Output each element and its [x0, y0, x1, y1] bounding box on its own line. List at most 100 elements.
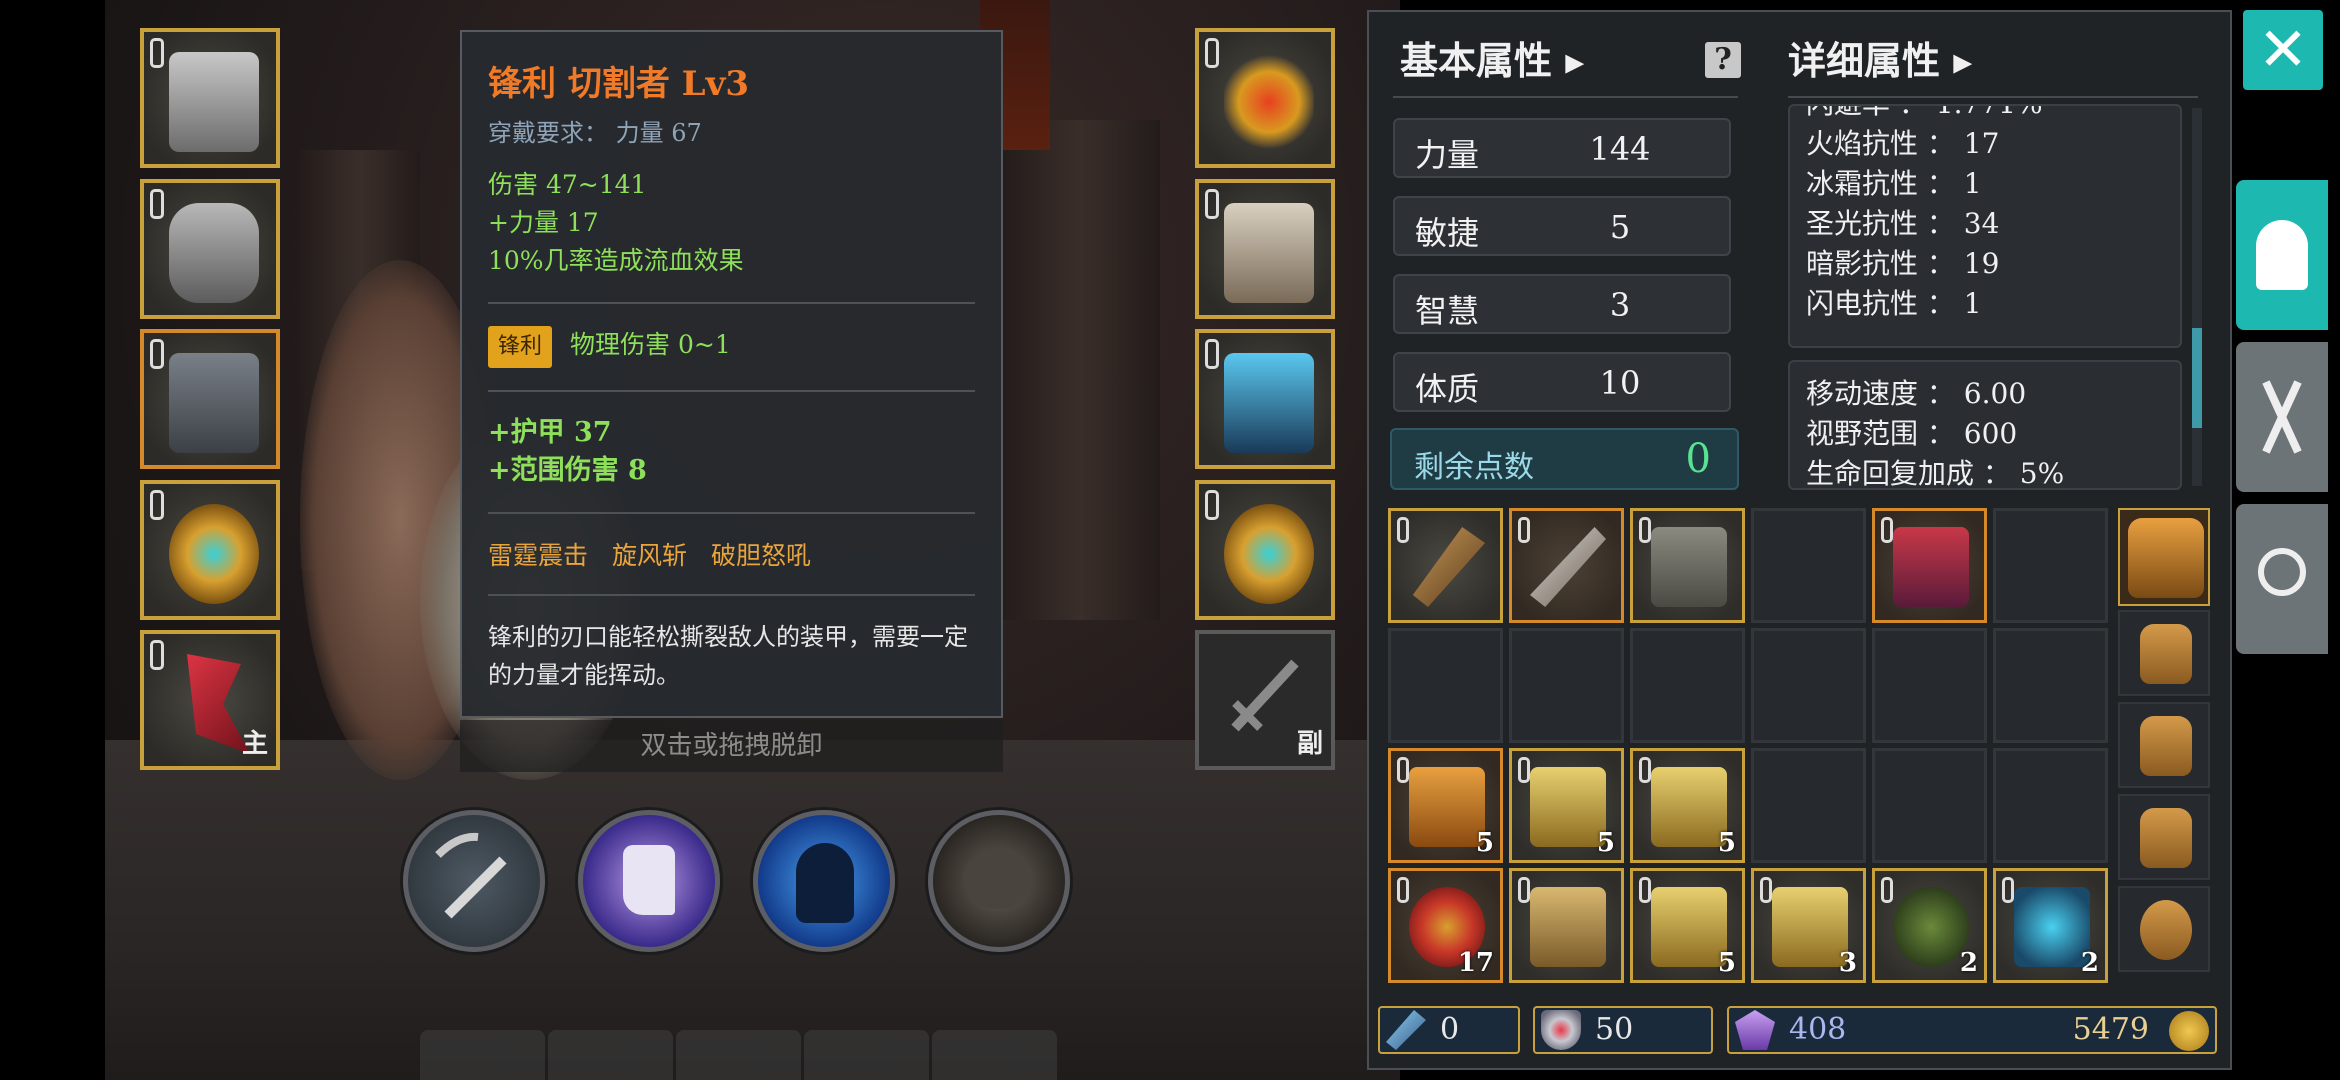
- lock-icon: [1397, 757, 1409, 783]
- rune-icon: [1893, 887, 1969, 967]
- skill-dash-button[interactable]: [753, 810, 895, 952]
- bag-tab[interactable]: [2118, 610, 2210, 696]
- equip-slot-legs[interactable]: [140, 329, 280, 469]
- inventory-slot[interactable]: [1509, 508, 1624, 623]
- bottom-button[interactable]: [676, 1030, 801, 1080]
- inventory-slot[interactable]: [1630, 508, 1745, 623]
- basic-attributes-title[interactable]: 基本属性 ▸: [1400, 30, 1584, 85]
- inventory-slot-empty[interactable]: [1509, 628, 1624, 743]
- inventory-slot-empty[interactable]: [1751, 748, 1866, 863]
- bag-tab[interactable]: [2118, 794, 2210, 880]
- lock-icon: [150, 640, 164, 670]
- inventory-slot-empty[interactable]: [1751, 508, 1866, 623]
- lock-icon: [150, 490, 164, 520]
- item-title: 锋利 切割者 Lv3: [488, 64, 749, 104]
- inventory-slot-empty[interactable]: [1872, 748, 1987, 863]
- equip-slot-off-weapon[interactable]: 副: [1195, 630, 1335, 770]
- move-speed: 移动速度 ： 6.00: [1806, 377, 2027, 410]
- detail-scrollbar[interactable]: [2192, 108, 2202, 486]
- lock-icon: [1639, 877, 1651, 903]
- bag-tab[interactable]: [2118, 886, 2210, 972]
- inventory-slot-empty[interactable]: [1630, 628, 1745, 743]
- help-icon[interactable]: ?: [1705, 42, 1741, 78]
- item-count: 3: [1838, 948, 1857, 978]
- stat-constitution: 体质 10: [1393, 352, 1731, 412]
- inventory-slot-empty[interactable]: [1751, 628, 1866, 743]
- helmet-shout-icon: [963, 849, 1033, 909]
- equip-slot-necklace[interactable]: [1195, 28, 1335, 168]
- inventory-slot-empty[interactable]: [1993, 748, 2108, 863]
- equip-slot-ring[interactable]: [140, 480, 280, 620]
- frost-resist: 冰霜抗性 ： 1: [1806, 167, 1982, 200]
- item-strength-bonus: +力量 17: [488, 208, 599, 237]
- tab-skills[interactable]: [2236, 342, 2328, 492]
- detail-scrollbar-thumb[interactable]: [2192, 328, 2202, 428]
- stat-intelligence: 智慧 3: [1393, 274, 1731, 334]
- tab-settings[interactable]: [2236, 504, 2328, 654]
- scene-floor: [105, 740, 1400, 1080]
- item-count: 5: [1717, 948, 1736, 978]
- lock-icon: [1881, 877, 1893, 903]
- lock-icon: [1518, 757, 1530, 783]
- scroll-icon: [1651, 887, 1727, 967]
- inventory-slot-empty[interactable]: [1388, 628, 1503, 743]
- shield-icon: [1541, 1010, 1581, 1050]
- item-description: 锋利的刃口能轻松撕裂敌人的装甲，需要一定的力量才能挥动。: [488, 623, 968, 689]
- skill-slash-button[interactable]: [403, 810, 545, 952]
- inventory-slot[interactable]: [1388, 508, 1503, 623]
- bottom-button[interactable]: [420, 1030, 545, 1080]
- equip-slot-ring-2[interactable]: [1195, 480, 1335, 620]
- equip-slot-main-weapon[interactable]: 主: [140, 630, 280, 770]
- bag-tab[interactable]: [2118, 702, 2210, 788]
- inventory-slot[interactable]: 5: [1509, 748, 1624, 863]
- inventory-slot[interactable]: 2: [1993, 868, 2108, 983]
- inventory-slot[interactable]: 2: [1872, 868, 1987, 983]
- skill-boots-button[interactable]: [578, 810, 720, 952]
- lock-icon: [1397, 517, 1409, 543]
- equip-slot-helmet[interactable]: [140, 28, 280, 168]
- sharp-badge: 锋利: [488, 326, 553, 368]
- inventory-slot[interactable]: 5: [1630, 748, 1745, 863]
- item-skill: 旋风斩: [612, 541, 688, 570]
- leg-armor-icon: [169, 353, 259, 453]
- gauntlet-icon: [1893, 527, 1969, 607]
- resistance-list[interactable]: 闪避率 ： 1.771% 火焰抗性 ： 17 冰霜抗性 ： 1 圣光抗性 ： 3…: [1788, 104, 2182, 348]
- lock-icon: [1397, 877, 1409, 903]
- skill-shout-button[interactable]: [928, 810, 1070, 952]
- inventory-slot-empty[interactable]: [1872, 628, 1987, 743]
- lock-icon: [1518, 517, 1530, 543]
- ring-icon: [169, 504, 259, 604]
- equip-slot-chest[interactable]: [140, 179, 280, 319]
- inventory-slot-empty[interactable]: [1993, 628, 2108, 743]
- gold-coin-icon: [2169, 1011, 2209, 1051]
- bottom-button[interactable]: [932, 1030, 1057, 1080]
- bag-tab-active[interactable]: [2118, 508, 2210, 606]
- misc-attribute-list[interactable]: 移动速度 ： 6.00 视野范围 ： 600 生命回复加成 ： 5%: [1788, 360, 2182, 490]
- item-count: 5: [1596, 828, 1615, 858]
- stat-agility: 敏捷 5: [1393, 196, 1731, 256]
- map-icon: [1530, 887, 1606, 967]
- inventory-slot[interactable]: [1509, 868, 1624, 983]
- inventory-slot[interactable]: 17: [1388, 868, 1503, 983]
- stat-strength: 力量 144: [1393, 118, 1731, 178]
- item-requirement: 穿戴要求： 力量 67: [488, 119, 702, 147]
- bottom-button[interactable]: [548, 1030, 673, 1080]
- equip-slot-boots[interactable]: [1195, 329, 1335, 469]
- inventory-slot-empty[interactable]: [1993, 508, 2108, 623]
- close-button[interactable]: ✕: [2243, 10, 2323, 90]
- health-regen: 生命回复加成 ： 5%: [1806, 457, 2065, 490]
- detail-attributes-title[interactable]: 详细属性 ▸: [1788, 30, 1972, 85]
- inventory-slot[interactable]: 3: [1751, 868, 1866, 983]
- tab-equipment[interactable]: [2236, 180, 2328, 330]
- wand-currency: 0: [1378, 1006, 1520, 1054]
- inventory-slot[interactable]: [1872, 508, 1987, 623]
- main-hand-tag: 主: [241, 729, 268, 759]
- item-count: 2: [1959, 948, 1978, 978]
- inventory-slot[interactable]: 5: [1388, 748, 1503, 863]
- sword-slash-icon: [435, 832, 507, 919]
- bottom-button[interactable]: [804, 1030, 929, 1080]
- lock-icon: [1518, 877, 1530, 903]
- equip-slot-gloves[interactable]: [1195, 179, 1335, 319]
- gloves-weapon-icon: [2262, 380, 2302, 454]
- inventory-slot[interactable]: 5: [1630, 868, 1745, 983]
